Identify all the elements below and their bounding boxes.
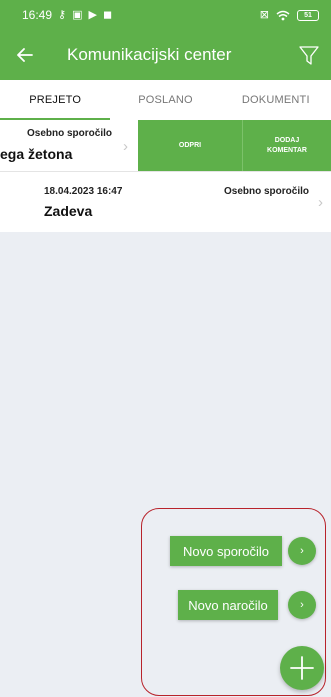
message-type: Osebno sporočilo bbox=[26, 128, 112, 139]
new-order-button[interactable]: Novo naročilo bbox=[178, 590, 278, 620]
new-message-button[interactable]: Novo sporočilo bbox=[170, 536, 282, 566]
sim-off-icon: ⊠ bbox=[259, 8, 269, 21]
add-comment-label: DODAJ KOMENTAR bbox=[267, 136, 307, 156]
notification-icon: ◼ bbox=[102, 8, 113, 21]
list-item[interactable]: 18.04.2023 16:47 Osebno sporočilo Zadeva… bbox=[0, 172, 331, 232]
message-item-swiped[interactable]: Osebno sporočilo ega žetona › bbox=[0, 120, 138, 171]
battery-icon: 51 bbox=[297, 9, 319, 21]
message-subject: ega žetona bbox=[0, 146, 73, 162]
filter-button[interactable] bbox=[295, 41, 323, 69]
chevron-right-icon: › bbox=[300, 545, 304, 557]
chevron-right-icon: › bbox=[318, 194, 323, 211]
tab-documents[interactable]: DOKUMENTI bbox=[221, 80, 331, 120]
new-order-arrow-button[interactable]: › bbox=[288, 591, 316, 619]
new-message-arrow-button[interactable]: › bbox=[288, 537, 316, 565]
status-left: 16:49 ⚷ ▣ ▶ ◼ bbox=[22, 8, 112, 22]
page-title: Komunikacijski center bbox=[67, 45, 232, 64]
plus-icon bbox=[290, 656, 314, 680]
arrow-left-icon bbox=[17, 48, 33, 62]
message-type: Osebno sporočilo bbox=[223, 186, 309, 197]
new-order-label: Novo naročilo bbox=[188, 597, 268, 613]
open-button[interactable]: ODPRI bbox=[138, 120, 242, 171]
tab-received[interactable]: PREJETO bbox=[0, 80, 111, 120]
tab-sent[interactable]: POSLANO bbox=[110, 80, 220, 120]
add-fab-button[interactable] bbox=[280, 646, 324, 690]
play-icon: ▶ bbox=[88, 8, 97, 21]
vpn-key-icon: ⚷ bbox=[58, 8, 67, 21]
app-bar: Komunikacijski center bbox=[0, 30, 331, 80]
status-right: ⊠ 51 bbox=[259, 8, 319, 21]
chevron-right-icon: › bbox=[300, 599, 304, 611]
gallery-icon: ▣ bbox=[72, 8, 83, 21]
back-button[interactable] bbox=[12, 42, 38, 68]
status-bar: 16:49 ⚷ ▣ ▶ ◼ ⊠ 51 bbox=[0, 0, 331, 30]
add-comment-label-line1: DODAJ bbox=[274, 136, 300, 144]
list-item: Osebno sporočilo ega žetona › ODPRI DODA… bbox=[0, 120, 331, 172]
filter-icon bbox=[299, 46, 319, 65]
new-message-label: Novo sporočilo bbox=[183, 543, 269, 559]
add-comment-button[interactable]: DODAJ KOMENTAR bbox=[242, 120, 331, 171]
message-date: 18.04.2023 16:47 bbox=[44, 186, 123, 197]
tab-bar: PREJETO POSLANO DOKUMENTI bbox=[0, 80, 331, 120]
chevron-right-icon: › bbox=[123, 138, 128, 155]
open-button-label: ODPRI bbox=[178, 141, 202, 149]
add-comment-label-line2: KOMENTAR bbox=[267, 147, 307, 154]
status-time: 16:49 bbox=[22, 8, 53, 22]
wifi-icon bbox=[276, 10, 290, 20]
message-subject: Zadeva bbox=[44, 203, 93, 219]
